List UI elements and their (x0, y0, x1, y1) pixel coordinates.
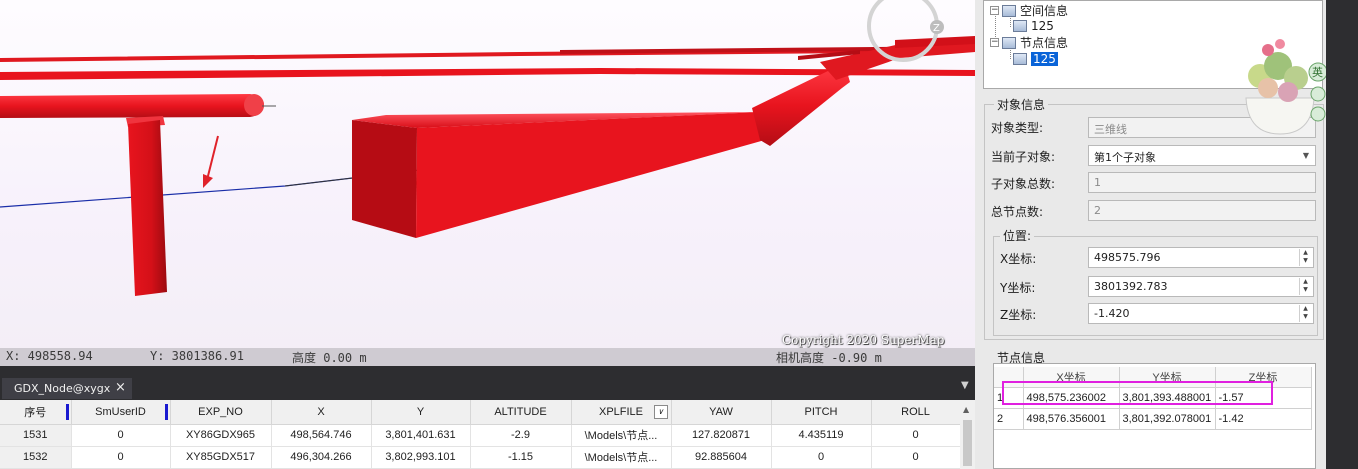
right-dock-scrollbar[interactable] (1326, 0, 1358, 469)
table-tab-strip: GDX_Node@xygx × (0, 377, 975, 399)
attribute-table[interactable]: 序号 SmUserID EXP_NO X Y ALTITUDE XPLFILE ∨… (0, 400, 975, 469)
object-type-label: 对象类型: (991, 121, 1044, 135)
layer-icon (1002, 4, 1016, 17)
box-pipe-side (416, 112, 765, 238)
language-label: 英 (1312, 65, 1323, 79)
collapse-icon[interactable]: − (990, 6, 999, 15)
tree-node-node-info[interactable]: − 节点信息 (990, 34, 1068, 51)
status-camera-height: 相机高度 -0.90 m (776, 351, 882, 365)
tab-label: GDX_Node@xygx (14, 382, 111, 395)
chevron-down-icon[interactable]: ▼ (961, 380, 969, 391)
status-x: X: 498558.94 (6, 349, 93, 363)
column-header[interactable]: PITCH (771, 400, 872, 425)
x-coord-spinner[interactable]: 498575.796 ▲ ▼ (1088, 247, 1314, 268)
column-header[interactable]: EXP_NO (170, 400, 272, 425)
spin-buttons[interactable]: ▲ ▼ (1299, 278, 1311, 295)
object-info-title: 对象信息 (994, 96, 1049, 113)
y-coord-label: Y坐标: (1000, 281, 1036, 295)
list-item[interactable]: 2 498,576.356001 3,801,392.078001 -1.42 (994, 408, 1312, 430)
attribute-grid: 序号 SmUserID EXP_NO X Y ALTITUDE XPLFILE ∨… (0, 400, 961, 469)
node-count-label: 总节点数: (991, 205, 1044, 219)
tree-node-spatial-125[interactable]: 125 (1013, 19, 1054, 33)
scrollbar-thumb[interactable] (963, 420, 972, 466)
highlight-annotation (1002, 381, 1273, 405)
3d-scene-viewport[interactable]: Z Copyright 2020 SuperMap X: 498558.94 Y… (0, 0, 975, 366)
tree-node-spatial-info[interactable]: − 空间信息 (990, 2, 1068, 19)
compass-letter: Z (933, 23, 940, 34)
annotation-arrow (206, 135, 219, 181)
z-coord-spinner[interactable]: -1.420 ▲ ▼ (1088, 303, 1314, 324)
column-header[interactable]: XPLFILE ∨ (571, 400, 672, 425)
filter-dropdown-icon: ∨ (653, 405, 668, 419)
sub-count-label: 子对象总数: (991, 177, 1056, 191)
succulent-widget[interactable]: 英 (1238, 36, 1328, 136)
status-y: Y: 3801386.91 (150, 349, 244, 363)
column-header[interactable]: YAW (671, 400, 772, 425)
chevron-down-icon[interactable]: ▼ (1303, 151, 1309, 160)
position-title: 位置: (1000, 227, 1035, 244)
table-row[interactable]: 1532 0 XY85GDX517 496,304.266 3,802,993.… (0, 446, 961, 469)
compass-widget[interactable]: Z (861, 0, 945, 68)
column-header[interactable]: X (271, 400, 372, 425)
node-count-field: 2 (1088, 200, 1316, 221)
close-icon[interactable]: × (115, 380, 126, 395)
spin-buttons[interactable]: ▲ ▼ (1299, 305, 1311, 322)
layer-icon (1002, 36, 1016, 49)
column-header[interactable]: SmUserID (71, 400, 171, 425)
column-header[interactable]: ALTITUDE (470, 400, 572, 425)
sub-count-field: 1 (1088, 172, 1316, 193)
layer-icon (1013, 20, 1027, 32)
collapse-icon[interactable]: − (990, 38, 999, 47)
y-coord-spinner[interactable]: 3801392.783 ▲ ▼ (1088, 276, 1314, 297)
z-coord-label: Z坐标: (1000, 308, 1037, 322)
column-header[interactable]: 序号 (0, 400, 72, 425)
status-height: 高度 0.00 m (292, 351, 367, 365)
current-sub-object-dropdown[interactable]: 第1个子对象 ▼ (1088, 145, 1316, 166)
scene-status-bar: X: 498558.94 Y: 3801386.91 高度 0.00 m 相机高… (0, 348, 975, 366)
3d-pipe-scene[interactable] (0, 0, 975, 366)
table-row[interactable]: 1531 0 XY86GDX965 498,564.746 3,801,401.… (0, 424, 961, 447)
column-header[interactable]: Y (371, 400, 471, 425)
box-pipe-front (352, 120, 417, 238)
tree-node-node-125[interactable]: 125 (1013, 52, 1058, 66)
layer-icon (1013, 53, 1027, 65)
scroll-up-icon[interactable]: ▲ (963, 405, 969, 414)
spin-buttons[interactable]: ▲ ▼ (1299, 249, 1311, 266)
left-pipe (0, 94, 264, 118)
column-header[interactable]: ROLL (871, 400, 961, 425)
node-coordinates-list[interactable]: X坐标 Y坐标 Z坐标 1 498,575.236002 3,801,393.48… (993, 363, 1316, 469)
current-sub-label: 当前子对象: (991, 150, 1056, 164)
copyright-text: Copyright 2020 SuperMap (782, 333, 945, 347)
vertical-pipe (128, 120, 167, 296)
x-coord-label: X坐标: (1000, 252, 1037, 266)
tab-gdx-node[interactable]: GDX_Node@xygx × (2, 378, 132, 399)
table-vertical-scrollbar[interactable]: ▲ (960, 400, 975, 469)
